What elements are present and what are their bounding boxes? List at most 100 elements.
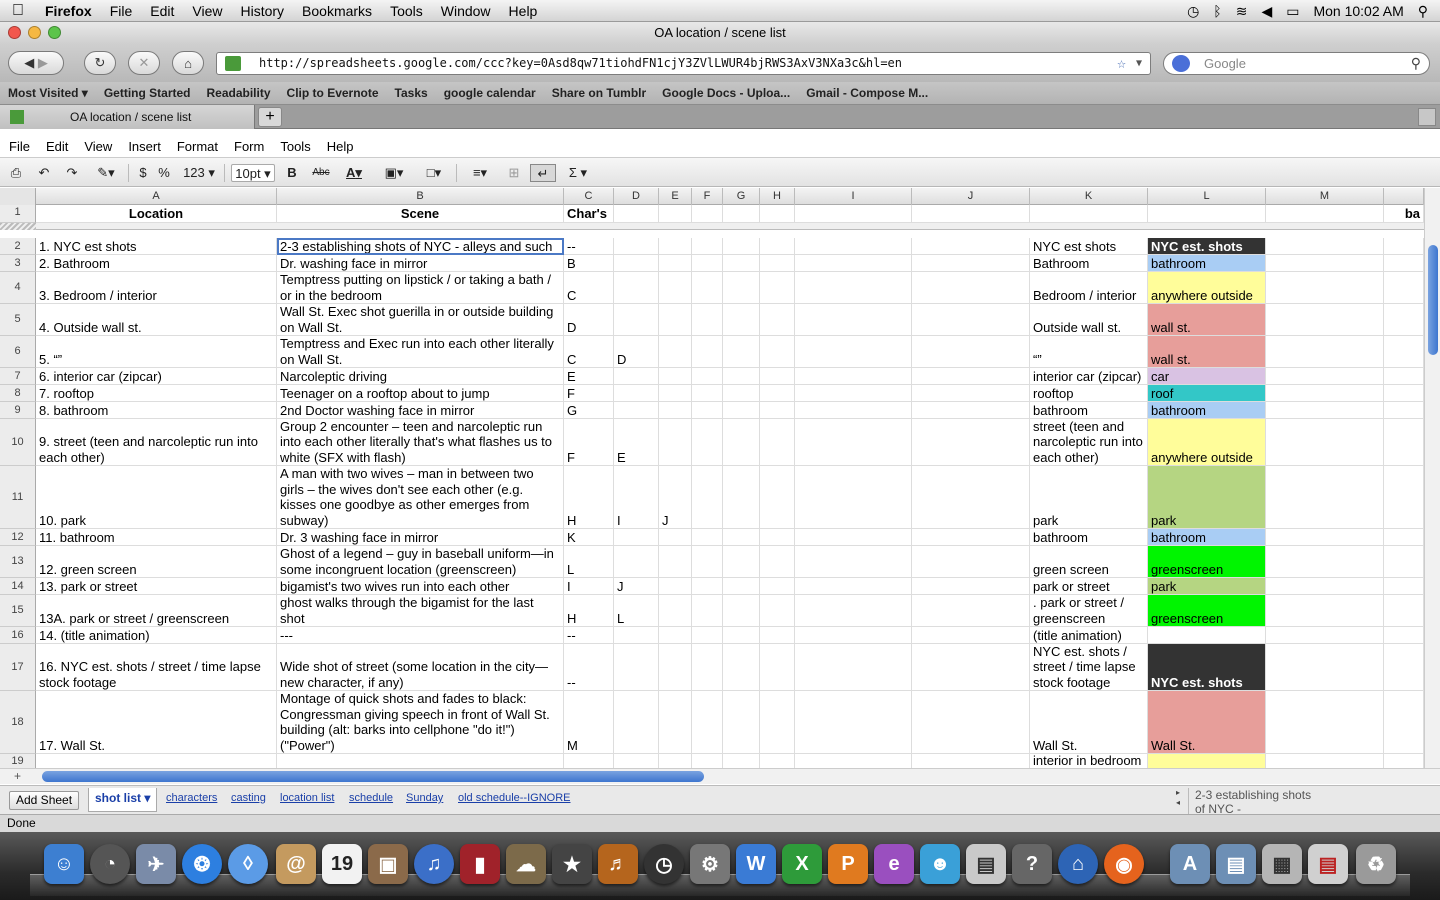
cell-e[interactable] <box>659 578 692 595</box>
empty-cell[interactable] <box>795 627 912 644</box>
empty-cell[interactable] <box>795 546 912 578</box>
cell-b[interactable]: Temptress and Exec run into each other l… <box>277 336 564 368</box>
row-header[interactable]: 15 <box>0 595 36 627</box>
cell-b[interactable]: Teenager on a rooftop about to jump <box>277 385 564 402</box>
empty-cell[interactable] <box>795 644 912 691</box>
empty-cell[interactable] <box>795 595 912 627</box>
empty-cell[interactable] <box>723 419 760 466</box>
cell-e[interactable] <box>659 368 692 385</box>
cell-k[interactable]: park or street <box>1030 578 1148 595</box>
empty-cell[interactable] <box>692 466 723 529</box>
horizontal-scrollbar[interactable]: + <box>0 768 1440 784</box>
cell-k[interactable]: park <box>1030 466 1148 529</box>
cell-b[interactable]: Ghost of a legend – guy in baseball unif… <box>277 546 564 578</box>
empty-cell[interactable] <box>1266 385 1384 402</box>
empty-cell[interactable] <box>795 272 912 304</box>
cell-k[interactable]: Outside wall st. <box>1030 304 1148 336</box>
menu-window[interactable]: Window <box>432 3 500 19</box>
empty-cell[interactable] <box>760 419 795 466</box>
ichat-icon[interactable]: ◊ <box>228 844 268 884</box>
empty-cell[interactable] <box>760 546 795 578</box>
text-color-button[interactable]: A▾ <box>340 164 368 182</box>
location-tag-cell[interactable]: anywhere outside <box>1148 419 1266 466</box>
menu-tools[interactable]: Tools <box>381 3 432 19</box>
header-cell[interactable] <box>1266 205 1384 223</box>
empty-cell[interactable] <box>1266 644 1384 691</box>
sheet-menu-file[interactable]: File <box>0 139 37 154</box>
paint-format-icon[interactable]: ✎▾ <box>92 164 120 182</box>
row-header[interactable]: 13 <box>0 546 36 578</box>
mail-stamp-icon[interactable]: ✈ <box>136 844 176 884</box>
empty-cell[interactable] <box>912 402 1030 419</box>
undo-icon[interactable]: ↶ <box>36 164 52 182</box>
empty-cell[interactable] <box>1266 368 1384 385</box>
empty-cell[interactable] <box>795 578 912 595</box>
column-header-l[interactable]: L <box>1148 188 1266 205</box>
empty-cell[interactable] <box>1384 272 1424 304</box>
location-tag-cell[interactable]: NYC est. shots <box>1148 644 1266 691</box>
cell-k[interactable]: NYC est shots <box>1030 238 1148 255</box>
cell-c[interactable]: B <box>564 255 614 272</box>
column-header-j[interactable]: J <box>912 188 1030 205</box>
add-rows-icon[interactable]: + <box>14 769 21 783</box>
location-tag-cell[interactable]: bathroom <box>1148 529 1266 546</box>
cell-d[interactable] <box>614 368 659 385</box>
cell-c[interactable]: C <box>564 336 614 368</box>
empty-cell[interactable] <box>692 385 723 402</box>
empty-cell[interactable] <box>723 304 760 336</box>
empty-cell[interactable] <box>1384 402 1424 419</box>
cell-a[interactable]: 9. street (teen and narcoleptic run into… <box>36 419 277 466</box>
downloads-stack-icon[interactable]: ▦ <box>1262 844 1302 884</box>
empty-cell[interactable] <box>1266 402 1384 419</box>
location-tag-cell[interactable]: car <box>1148 368 1266 385</box>
row-header[interactable]: 17 <box>0 644 36 691</box>
cell-c[interactable]: D <box>564 304 614 336</box>
cell-d[interactable] <box>614 546 659 578</box>
excel-icon[interactable]: X <box>782 844 822 884</box>
empty-cell[interactable] <box>1266 304 1384 336</box>
column-header-f[interactable]: F <box>692 188 723 205</box>
search-bar[interactable]: Google ⚲ <box>1163 52 1430 75</box>
empty-cell[interactable] <box>692 419 723 466</box>
cell-e[interactable]: J <box>659 466 692 529</box>
sheet-menu-form[interactable]: Form <box>225 139 271 154</box>
empty-cell[interactable] <box>795 419 912 466</box>
empty-cell[interactable] <box>760 627 795 644</box>
empty-cell[interactable] <box>692 255 723 272</box>
unknown-app-icon[interactable]: ? <box>1012 844 1052 884</box>
freeze-rows-handle[interactable] <box>0 223 36 230</box>
header-cell[interactable] <box>1030 205 1148 223</box>
cell-a[interactable]: 5. “” <box>36 336 277 368</box>
row-header[interactable]: 2 <box>0 238 36 255</box>
empty-cell[interactable] <box>760 255 795 272</box>
empty-cell[interactable] <box>723 255 760 272</box>
cell-c[interactable]: M <box>564 691 614 754</box>
cell-d[interactable] <box>614 644 659 691</box>
empty-cell[interactable] <box>912 419 1030 466</box>
url-dropdown-icon[interactable]: ▼ <box>1136 53 1142 74</box>
empty-cell[interactable] <box>760 644 795 691</box>
empty-cell[interactable] <box>760 402 795 419</box>
bookmark-gmail-compose[interactable]: Gmail - Compose M... <box>798 86 936 100</box>
percent-format-button[interactable]: % <box>156 164 172 182</box>
ical-icon[interactable]: 19 <box>322 844 362 884</box>
cell-d[interactable] <box>614 754 659 768</box>
empty-cell[interactable] <box>1384 336 1424 368</box>
cell-b[interactable]: --- <box>277 627 564 644</box>
header-cell-n[interactable]: ba <box>1384 205 1424 223</box>
number-format-dropdown[interactable]: 123 ▾ <box>180 164 218 182</box>
browser-tab[interactable]: OA location / scene list <box>0 105 255 129</box>
bookmark-star-icon[interactable]: ☆ <box>1117 53 1126 74</box>
spotlight-icon[interactable]: ⚲ <box>1418 3 1428 20</box>
cell-a[interactable]: 3. Bedroom / interior <box>36 272 277 304</box>
system-preferences-icon[interactable]: ⚙ <box>690 844 730 884</box>
cell-c[interactable]: F <box>564 419 614 466</box>
minimize-window-icon[interactable] <box>28 26 41 39</box>
strikethrough-button[interactable]: Abc <box>310 164 332 182</box>
header-chars[interactable]: Char's <box>564 205 614 223</box>
row-header[interactable]: 4 <box>0 272 36 304</box>
empty-cell[interactable] <box>912 529 1030 546</box>
empty-cell[interactable] <box>1384 578 1424 595</box>
location-tag-cell[interactable]: greenscreen <box>1148 546 1266 578</box>
cell-a[interactable]: 13. park or street <box>36 578 277 595</box>
